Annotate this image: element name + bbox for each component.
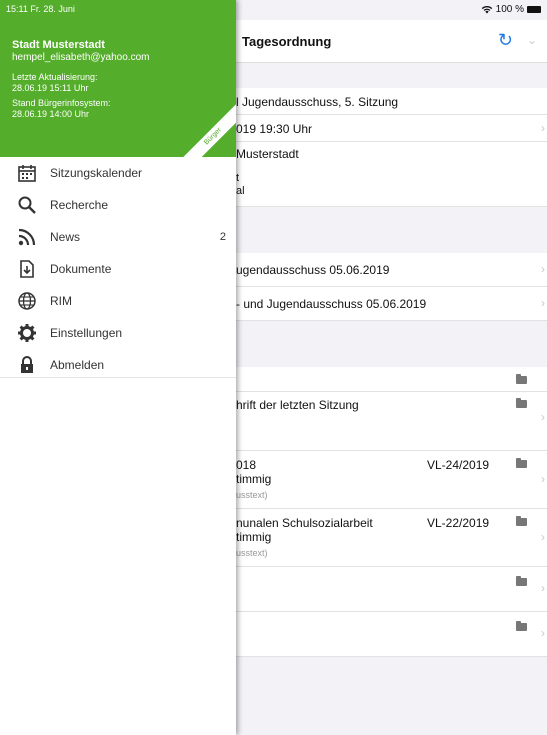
agenda-item[interactable]: hrift der letzten Sitzung › [236, 392, 547, 451]
menu-label: Einstellungen [50, 326, 123, 340]
menu-label: Dokumente [50, 262, 112, 276]
folder-icon [516, 576, 527, 586]
meeting-date: 019 19:30 Uhr [236, 122, 313, 136]
document-icon [12, 259, 42, 279]
menu-item-sitzungskalender[interactable]: Sitzungskalender [0, 157, 236, 189]
agenda-item[interactable]: › [236, 567, 547, 612]
agenda-item[interactable]: 018 timmig usstext) VL-24/2019 › [236, 451, 547, 509]
chevron-right-icon: › [541, 530, 545, 544]
organization-name: Stadt Musterstadt [12, 39, 105, 51]
menu-label: News [50, 230, 81, 244]
menu-label: RIM [50, 294, 72, 308]
folder-icon [516, 398, 527, 408]
agenda-note: usstext) [236, 490, 268, 500]
folder-icon [516, 516, 527, 526]
battery-level: 100 % [495, 4, 524, 15]
menu-divider [0, 377, 236, 378]
chevron-right-icon: › [541, 626, 545, 640]
chevron-right-icon: › [541, 581, 545, 595]
chevron-right-icon: › [541, 296, 545, 310]
status-time: 15:11 Fr. 28. Juni [6, 4, 75, 14]
menu-label: Sitzungskalender [50, 166, 143, 180]
menu-item-einstellungen[interactable]: Einstellungen [0, 317, 236, 349]
location-line-1: Musterstadt [236, 147, 299, 161]
last-update-value: 28.06.19 15:11 Uhr [12, 83, 89, 93]
agenda-item[interactable]: › [236, 612, 547, 657]
page-title: Tagesordnung [242, 34, 332, 49]
location-line-3: al [236, 185, 245, 197]
chevron-right-icon: › [541, 121, 545, 135]
chevron-right-icon: › [541, 262, 545, 276]
menu-item-recherche[interactable]: Recherche [0, 189, 236, 221]
meeting-name: l Jugendausschuss, 5. Sitzung [236, 95, 399, 109]
document-item[interactable]: - und Jugendausschuss 05.06.2019 › [236, 287, 547, 321]
refresh-icon[interactable]: ↻ [498, 30, 513, 51]
role-ribbon: Bürger [176, 100, 236, 157]
location-cell: Musterstadt t al [236, 142, 547, 207]
agenda-view: Tagesordnung ↻ ⌄ l Jugendausschuss, 5. S… [236, 20, 547, 735]
user-email: hempel_elisabeth@yahoo.com [12, 52, 150, 63]
chevron-right-icon: › [541, 410, 545, 424]
menu-item-dokumente[interactable]: Dokumente [0, 253, 236, 285]
agenda-note: usstext) [236, 548, 268, 558]
folder-icon [516, 458, 527, 468]
system-state-value: 28.06.19 14:00 Uhr [12, 109, 90, 119]
globe-icon [12, 291, 42, 311]
proposal-number: VL-24/2019 [427, 458, 490, 472]
menu-label: Abmelden [50, 358, 105, 372]
agenda-title: nunalen Schulsozialarbeit [236, 516, 373, 530]
document-title: ugendausschuss 05.06.2019 [236, 263, 390, 277]
section-spacer [236, 207, 547, 253]
meeting-date-cell[interactable]: 019 19:30 Uhr › [236, 115, 547, 142]
agenda-item[interactable]: nunalen Schulsozialarbeit timmig usstext… [236, 509, 547, 567]
agenda-title: 018 [236, 458, 257, 472]
agenda-vote: timmig [236, 472, 272, 486]
chevron-down-icon[interactable]: ⌄ [527, 33, 537, 47]
agenda-title: hrift der letzten Sitzung [236, 398, 359, 412]
document-title: - und Jugendausschuss 05.06.2019 [236, 297, 427, 311]
navigation-bar: Tagesordnung ↻ ⌄ [236, 20, 547, 63]
status-indicators: 100 % [481, 4, 541, 15]
document-item[interactable]: ugendausschuss 05.06.2019 › [236, 253, 547, 287]
news-count-badge: 2 [219, 231, 226, 243]
lock-icon [12, 355, 42, 375]
gear-icon [12, 323, 42, 343]
section-spacer [236, 321, 547, 367]
menu-label: Recherche [50, 198, 109, 212]
calendar-icon [12, 163, 42, 183]
last-update-label: Letzte Aktualisierung: [12, 72, 98, 82]
drawer-menu: Sitzungskalender Recherche News 2 Dokume… [0, 157, 236, 381]
location-line-2: t [236, 172, 240, 184]
agenda-item[interactable] [236, 367, 547, 392]
wifi-icon [481, 5, 493, 14]
meeting-name-cell: l Jugendausschuss, 5. Sitzung [236, 88, 547, 115]
search-icon [12, 195, 42, 215]
rss-icon [12, 227, 42, 247]
drawer-header: 15:11 Fr. 28. Juni Stadt Musterstadt hem… [0, 0, 236, 157]
system-state-label: Stand Bürgerinfosystem: [12, 98, 111, 108]
battery-icon [527, 6, 541, 13]
proposal-number: VL-22/2019 [427, 516, 490, 530]
section-spacer [236, 63, 547, 88]
folder-icon [516, 374, 527, 384]
menu-item-news[interactable]: News 2 [0, 221, 236, 253]
side-drawer: 15:11 Fr. 28. Juni Stadt Musterstadt hem… [0, 0, 236, 735]
menu-item-rim[interactable]: RIM [0, 285, 236, 317]
folder-icon [516, 621, 527, 631]
agenda-vote: timmig [236, 530, 272, 544]
chevron-right-icon: › [541, 472, 545, 486]
